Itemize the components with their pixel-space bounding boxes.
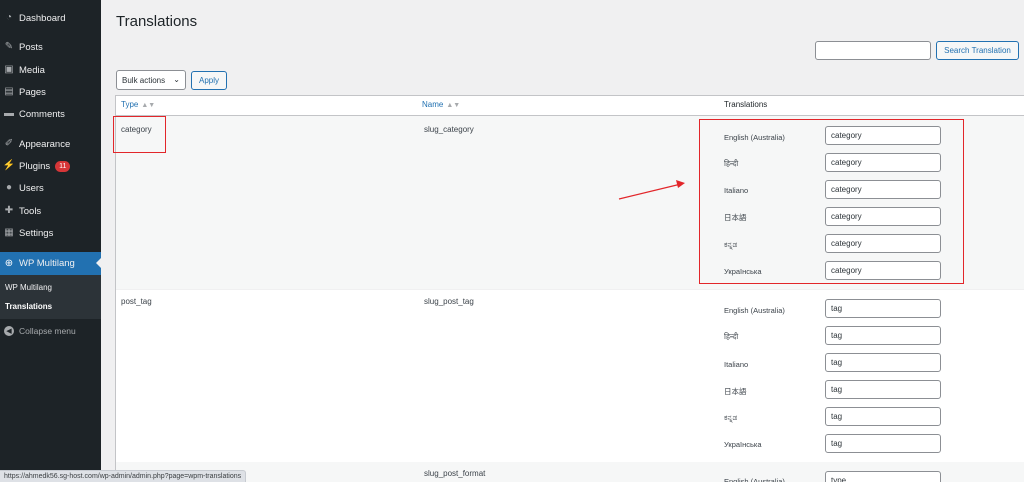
sidebar-item-label: WP Multilang xyxy=(19,258,75,269)
collapse-menu-button[interactable]: ◀ Collapse menu xyxy=(0,322,101,340)
sidebar-item-comments[interactable]: ▬ Comments xyxy=(0,103,101,125)
row-name: slug_category xyxy=(424,125,474,134)
translation-input[interactable] xyxy=(825,471,941,482)
settings-icon: ▦ xyxy=(4,227,14,238)
annotation-arrow-icon xyxy=(618,180,685,200)
translation-input[interactable] xyxy=(825,299,941,318)
row-type: post_tag xyxy=(121,297,152,306)
sidebar-item-label: Users xyxy=(19,182,44,194)
sidebar-item-tools[interactable]: ✚ Tools xyxy=(0,200,101,222)
comments-icon: ▬ xyxy=(4,108,14,119)
language-label: हिन्दी xyxy=(724,332,739,341)
media-icon: ▣ xyxy=(4,64,14,75)
search-input[interactable] xyxy=(815,41,931,60)
sidebar-item-label: Posts xyxy=(19,41,43,53)
sidebar-item-users[interactable]: ● Users xyxy=(0,177,101,199)
language-label: English (Australia) xyxy=(724,306,785,315)
page-title: Translations xyxy=(116,13,198,30)
pushpin-icon: ✎ xyxy=(4,41,14,52)
users-icon: ● xyxy=(5,182,13,193)
collapse-menu-label: Collapse menu xyxy=(19,326,76,336)
plugins-icon: ⚡ xyxy=(2,160,16,171)
sidebar-item-label: Media xyxy=(19,64,45,76)
translation-input[interactable] xyxy=(825,380,941,399)
row-name: slug_post_format xyxy=(424,469,486,478)
submenu-item-wp-multilang[interactable]: WP Multilang xyxy=(5,283,52,292)
sidebar-item-posts[interactable]: ✎ Posts xyxy=(0,36,101,58)
sidebar-item-label: Pages xyxy=(19,86,46,98)
sidebar-item-pages[interactable]: ▤ Pages xyxy=(0,81,101,103)
sidebar-submenu xyxy=(0,275,101,319)
sidebar-item-label: Plugins xyxy=(19,160,51,172)
sort-icon: ▲▼ xyxy=(141,102,156,109)
tools-icon: ✚ xyxy=(4,205,14,216)
sidebar-item-media[interactable]: ▣ Media xyxy=(0,59,101,81)
chevron-down-icon: ⌄ xyxy=(173,75,180,84)
translation-input[interactable] xyxy=(825,407,941,426)
column-header-name[interactable]: Name ▲▼ xyxy=(422,100,460,109)
column-header-translations: Translations xyxy=(724,100,768,109)
annotation-box-translations xyxy=(699,119,964,284)
browser-status-url: https://ahmedk56.sg-host.com/wp-admin/ad… xyxy=(0,470,247,482)
sidebar-item-appearance[interactable]: ✐ Appearance xyxy=(0,133,101,155)
sidebar-item-label: Comments xyxy=(19,108,65,120)
collapse-arrow-icon: ◀ xyxy=(4,326,14,336)
sort-icon: ▲▼ xyxy=(446,102,461,109)
search-translation-button[interactable]: Search Translation xyxy=(936,41,1019,60)
column-header-label: Name xyxy=(422,100,444,109)
language-label: ಕನ್ನಡ xyxy=(724,413,738,422)
appearance-icon: ✐ xyxy=(4,138,14,149)
plugins-update-badge: 11 xyxy=(55,160,71,172)
language-label: Українська xyxy=(724,440,762,449)
sidebar-item-label: Dashboard xyxy=(19,12,66,24)
sidebar-item-label: Tools xyxy=(19,205,42,217)
annotation-box-type xyxy=(113,116,166,153)
submenu-item-translations[interactable]: Translations xyxy=(5,302,52,311)
dashboard-icon: ◔ xyxy=(5,12,13,23)
globe-icon: ⊕ xyxy=(4,257,14,269)
sidebar-item-label: Settings xyxy=(19,227,54,239)
translation-input[interactable] xyxy=(825,353,941,372)
apply-button[interactable]: Apply xyxy=(191,71,227,90)
bulk-actions-select[interactable]: Bulk actions ⌄ xyxy=(116,70,186,90)
column-header-label: Type xyxy=(121,100,139,109)
row-name: slug_post_tag xyxy=(424,297,474,306)
sidebar-item-label: Appearance xyxy=(19,138,71,150)
sidebar-item-wp-multilang[interactable]: ⊕ WP Multilang xyxy=(0,252,101,275)
sidebar-item-settings[interactable]: ▦ Settings xyxy=(0,222,101,244)
language-label: 日本語 xyxy=(724,387,747,396)
pages-icon: ▤ xyxy=(4,86,14,97)
language-label: English (Australia) xyxy=(724,477,785,482)
sidebar-item-plugins[interactable]: ⚡ Plugins 11 xyxy=(0,155,101,177)
translation-input[interactable] xyxy=(825,326,941,345)
sidebar-item-dashboard[interactable]: ◔ Dashboard xyxy=(0,7,101,29)
bulk-actions-label: Bulk actions xyxy=(122,75,166,85)
column-header-type[interactable]: Type ▲▼ xyxy=(121,100,155,109)
translation-input[interactable] xyxy=(825,434,941,453)
language-label: Italiano xyxy=(724,360,749,369)
